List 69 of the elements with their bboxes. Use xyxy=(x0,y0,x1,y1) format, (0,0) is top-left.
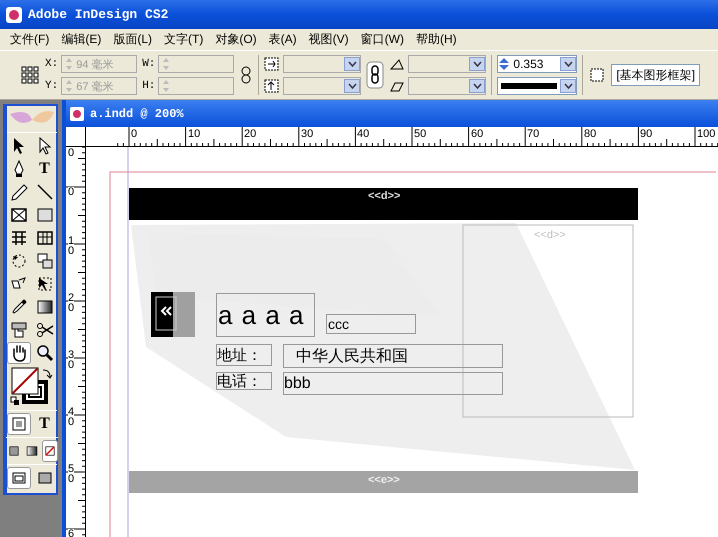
container-format-button[interactable] xyxy=(6,413,30,435)
field-label: W: xyxy=(142,58,156,70)
ruler-label: 30 xyxy=(68,350,74,370)
none-swatch-button[interactable] xyxy=(42,440,58,462)
ruler-label: 50 xyxy=(68,464,74,484)
ruler-label: 20 xyxy=(244,129,256,140)
horizontal-ruler[interactable]: 0 10 20 30 40 50 60 70 80 90 100 xyxy=(86,127,718,147)
menu-item[interactable]: 帮助(H) xyxy=(410,31,463,48)
scissors-tool-icon xyxy=(34,320,54,340)
menu-item[interactable]: 编辑(E) xyxy=(55,31,108,48)
pencil-tool-icon xyxy=(8,182,28,202)
scale-x-icon xyxy=(264,56,280,72)
menu-item[interactable]: 文字(T) xyxy=(158,31,210,48)
chain-link-icon[interactable] xyxy=(239,65,254,85)
object-style-field[interactable]: [基本图形框架] xyxy=(611,64,700,86)
field-label-text: 电话： xyxy=(216,372,272,390)
menu-item[interactable]: 对象(O) xyxy=(209,31,263,48)
ruler-label: 40 xyxy=(357,129,370,140)
app-icon xyxy=(6,6,22,22)
ruler-label: 6 xyxy=(68,529,74,537)
ruler-label: 80 xyxy=(584,129,596,140)
ruler-label: 10 xyxy=(188,129,200,140)
ruler-label: 50 xyxy=(414,129,426,140)
line-tool-icon xyxy=(34,182,54,202)
ruler-label: 0 xyxy=(68,187,74,197)
ruler-label: 20 xyxy=(68,293,74,313)
ruler-label: 100 xyxy=(697,129,716,140)
document-title: a.indd @ 200% xyxy=(90,106,184,120)
scale-y-icon xyxy=(264,78,280,94)
tag-text: ccc xyxy=(326,314,416,334)
menu-item[interactable]: 版面(L) xyxy=(107,31,158,48)
field-label-text: 地址： xyxy=(216,344,272,366)
ruler-label: 90 xyxy=(640,129,652,140)
normal-view-button[interactable] xyxy=(6,467,30,489)
vertical-ruler[interactable]: 0 0 10 20 30 40 50 6 xyxy=(66,147,86,537)
type-tool[interactable]: T xyxy=(32,158,56,180)
fill-stroke-swatch-icon[interactable] xyxy=(10,366,54,406)
ruler-label: 40 xyxy=(68,407,74,427)
hand-pointer-tool-icon xyxy=(8,320,28,340)
ruler-label: 30 xyxy=(301,129,314,140)
text-format-button[interactable]: T xyxy=(32,413,56,435)
stroke-weight-field[interactable]: 0.353 xyxy=(497,55,578,73)
ruler-label: 10 xyxy=(68,236,74,256)
field-label: Y: xyxy=(45,80,58,92)
field-label: X: xyxy=(45,58,58,70)
menu-item[interactable]: 文件(F) xyxy=(4,31,56,48)
logo-placeholder-icon xyxy=(151,292,195,337)
heading-text: a a a a xyxy=(216,293,315,337)
ruler-label: 60 xyxy=(471,129,484,140)
field-label: H: xyxy=(142,80,156,92)
reference-point-icon[interactable] xyxy=(20,65,40,85)
field-value-text: 中华人民共和国 xyxy=(283,344,503,368)
zoom-tool-icon xyxy=(34,343,54,363)
hand-tool-button[interactable] xyxy=(6,342,30,364)
field-value-text: bbb xyxy=(283,372,503,395)
stroke-type-dropdown[interactable] xyxy=(497,77,578,95)
ruler-label: 0 xyxy=(68,148,74,158)
spinner-icon[interactable] xyxy=(498,57,510,71)
ruler-label: 70 xyxy=(527,129,540,140)
window-title: Adobe InDesign CS2 xyxy=(28,7,168,22)
constrain-proportions-icon[interactable] xyxy=(366,61,384,89)
graphic-frame-icon xyxy=(588,66,606,84)
menu-item[interactable]: 窗口(W) xyxy=(354,31,410,48)
scale-tool-icon xyxy=(34,251,54,271)
menu-item[interactable]: 表(A) xyxy=(262,31,303,48)
menu-item[interactable]: 视图(V) xyxy=(302,31,355,48)
ruler-label: 0 xyxy=(131,129,138,140)
ruler-origin[interactable] xyxy=(66,127,86,147)
document-icon xyxy=(70,106,84,120)
